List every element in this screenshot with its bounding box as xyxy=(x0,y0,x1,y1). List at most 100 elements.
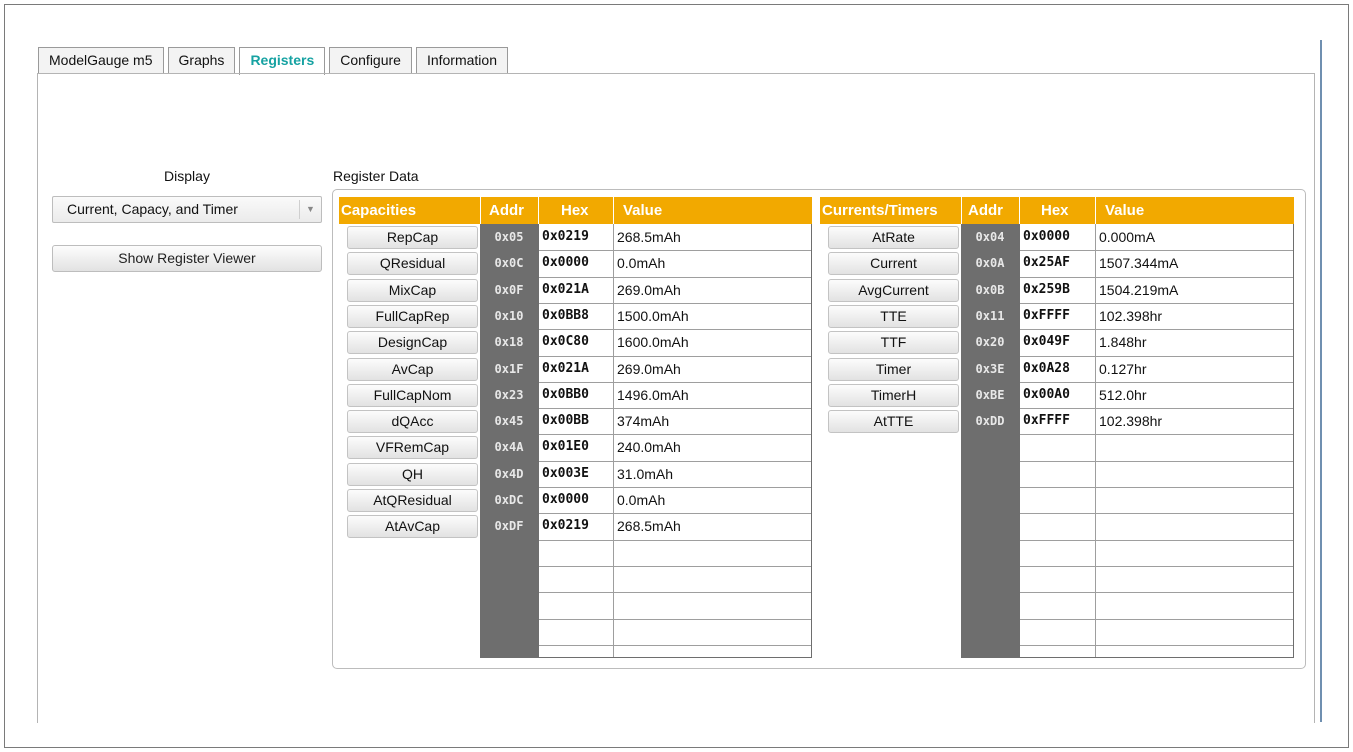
register-name-button[interactable]: FullCapRep xyxy=(347,305,478,328)
register-hex: 0x049F xyxy=(1023,334,1070,349)
register-name-button[interactable]: FullCapNom xyxy=(347,384,478,407)
register-hex: 0x259B xyxy=(1023,282,1070,297)
display-select[interactable]: Current, Capacy, and Timer ▼ xyxy=(52,196,322,223)
register-name-button[interactable]: AvgCurrent xyxy=(828,279,959,302)
register-hex: 0x0000 xyxy=(1023,229,1070,244)
register-addr: 0xDC xyxy=(494,493,524,507)
register-hex: 0xFFFF xyxy=(1023,413,1070,428)
register-name-button[interactable]: TTF xyxy=(828,331,959,354)
header-value: Value xyxy=(623,202,663,219)
register-value: 102.398hr xyxy=(1099,413,1163,429)
table-row: RepCap 0x05 0x0219 268.5mAh xyxy=(339,224,812,250)
tab-information[interactable]: Information xyxy=(415,47,508,74)
register-addr: 0x0C xyxy=(494,256,524,270)
register-value: 1.848hr xyxy=(1099,334,1147,350)
header-hex: Hex xyxy=(1041,202,1069,219)
register-hex: 0x0000 xyxy=(542,492,589,507)
tab-graphs[interactable]: Graphs xyxy=(167,47,236,74)
register-addr: 0x1F xyxy=(494,362,524,376)
register-value: 1600.0mAh xyxy=(617,334,689,350)
register-hex: 0x021A xyxy=(542,361,589,376)
register-addr: 0x0B xyxy=(975,283,1005,297)
register-name-button[interactable]: TTE xyxy=(828,305,959,328)
register-addr: 0x23 xyxy=(494,388,524,402)
register-hex: 0x0219 xyxy=(542,229,589,244)
register-hex: 0xFFFF xyxy=(1023,308,1070,323)
table-row: TTE 0x11 0xFFFF 102.398hr xyxy=(820,303,1294,329)
register-name-button[interactable]: AtRate xyxy=(828,226,959,249)
register-name-button[interactable]: dQAcc xyxy=(347,410,478,433)
register-name-button[interactable]: TimerH xyxy=(828,384,959,407)
register-name-button[interactable]: QH xyxy=(347,463,478,486)
register-addr: 0x0A xyxy=(975,256,1005,270)
register-value: 0.0mAh xyxy=(617,255,666,271)
register-name-button[interactable]: QResidual xyxy=(347,252,478,275)
register-addr: 0xBE xyxy=(975,388,1005,402)
register-hex: 0x01E0 xyxy=(542,439,589,454)
register-name-button[interactable]: AvCap xyxy=(347,358,478,381)
register-hex: 0x00BB xyxy=(542,413,589,428)
register-addr: 0xDF xyxy=(494,519,524,533)
register-name-button[interactable]: MixCap xyxy=(347,279,478,302)
register-hex: 0x021A xyxy=(542,282,589,297)
header-capacities: Capacities xyxy=(341,202,417,219)
table-row: DesignCap 0x18 0x0C80 1600.0mAh xyxy=(339,329,812,355)
register-addr: 0x11 xyxy=(975,309,1005,323)
register-addr: 0x05 xyxy=(494,230,524,244)
register-name-button[interactable]: DesignCap xyxy=(347,331,478,354)
register-value: 31.0mAh xyxy=(617,466,674,482)
tab-modelgauge[interactable]: ModelGauge m5 xyxy=(38,47,164,74)
tab-bar: ModelGauge m5 Graphs Registers Configure… xyxy=(38,47,508,75)
register-value: 1507.344mA xyxy=(1099,255,1179,271)
table-row: AtRate 0x04 0x0000 0.000mA xyxy=(820,224,1294,250)
register-value: 0.000mA xyxy=(1099,229,1156,245)
header-addr: Addr xyxy=(489,202,524,219)
register-hex: 0x0000 xyxy=(542,255,589,270)
register-value: 268.5mAh xyxy=(617,518,681,534)
display-label: Display xyxy=(164,168,210,184)
register-hex: 0x00A0 xyxy=(1023,387,1070,402)
register-hex: 0x0C80 xyxy=(542,334,589,349)
table-row: dQAcc 0x45 0x00BB 374mAh xyxy=(339,408,812,434)
table-row: Current 0x0A 0x25AF 1507.344mA xyxy=(820,250,1294,276)
register-value: 1500.0mAh xyxy=(617,308,689,324)
register-addr: 0x20 xyxy=(975,335,1005,349)
header-hex: Hex xyxy=(561,202,589,219)
register-value: 374mAh xyxy=(617,413,670,429)
register-value: 269.0mAh xyxy=(617,282,681,298)
table-row: Timer 0x3E 0x0A28 0.127hr xyxy=(820,356,1294,382)
register-hex: 0x0BB0 xyxy=(542,387,589,402)
table-row: AtQResidual 0xDC 0x0000 0.0mAh xyxy=(339,487,812,513)
register-hex: 0x003E xyxy=(542,466,589,481)
register-addr: 0x0F xyxy=(494,283,524,297)
register-name-button[interactable]: Timer xyxy=(828,358,959,381)
register-value: 1504.219mA xyxy=(1099,282,1179,298)
register-value: 1496.0mAh xyxy=(617,387,689,403)
register-name-button[interactable]: VFRemCap xyxy=(347,436,478,459)
chevron-down-icon[interactable]: ▼ xyxy=(299,200,321,219)
register-value: 240.0mAh xyxy=(617,439,681,455)
table-row: TimerH 0xBE 0x00A0 512.0hr xyxy=(820,382,1294,408)
register-value: 0.127hr xyxy=(1099,361,1147,377)
register-name-button[interactable]: AtTTE xyxy=(828,410,959,433)
register-value: 512.0hr xyxy=(1099,387,1147,403)
register-hex: 0x25AF xyxy=(1023,255,1070,270)
show-register-viewer-button[interactable]: Show Register Viewer xyxy=(52,245,322,272)
display-select-value: Current, Capacy, and Timer xyxy=(67,201,238,217)
register-addr: 0x4A xyxy=(494,440,524,454)
register-value: 0.0mAh xyxy=(617,492,666,508)
register-addr: 0x3E xyxy=(975,362,1005,376)
register-name-button[interactable]: RepCap xyxy=(347,226,478,249)
register-addr: 0xDD xyxy=(975,414,1005,428)
header-value: Value xyxy=(1105,202,1145,219)
tab-registers[interactable]: Registers xyxy=(239,47,326,75)
tab-configure[interactable]: Configure xyxy=(329,47,412,74)
table-row: FullCapRep 0x10 0x0BB8 1500.0mAh xyxy=(339,303,812,329)
header-addr: Addr xyxy=(968,202,1003,219)
register-name-button[interactable]: Current xyxy=(828,252,959,275)
splitter-bar[interactable] xyxy=(1320,40,1322,722)
table-row: FullCapNom 0x23 0x0BB0 1496.0mAh xyxy=(339,382,812,408)
table-row: QResidual 0x0C 0x0000 0.0mAh xyxy=(339,250,812,276)
register-name-button[interactable]: AtAvCap xyxy=(347,515,478,538)
register-name-button[interactable]: AtQResidual xyxy=(347,489,478,512)
